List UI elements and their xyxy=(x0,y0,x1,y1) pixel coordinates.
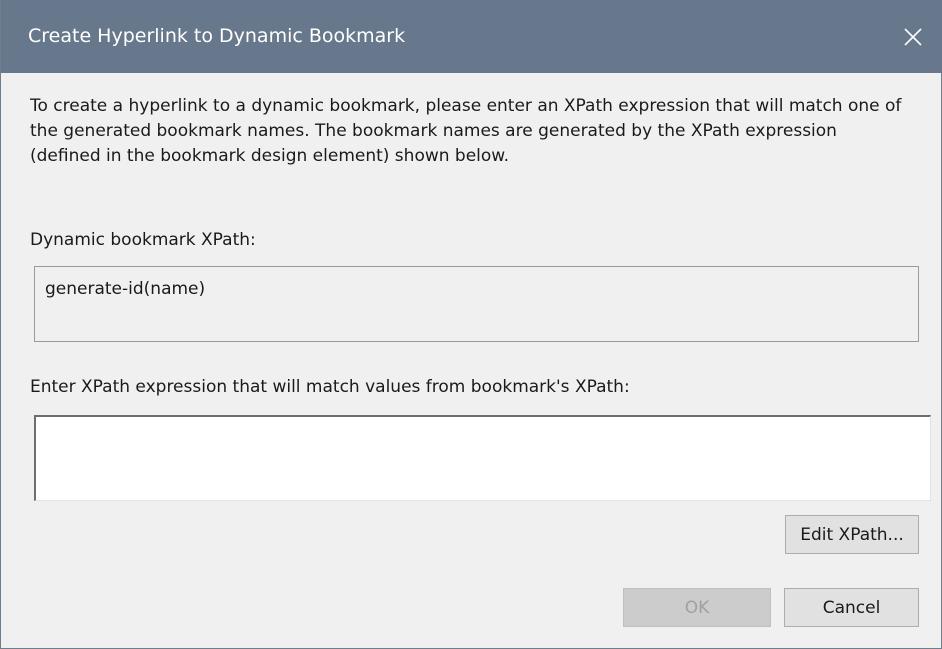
close-button[interactable] xyxy=(883,0,942,73)
dynamic-xpath-field: generate-id(name) xyxy=(34,266,919,342)
xpath-expression-input[interactable] xyxy=(34,415,931,501)
close-icon xyxy=(903,27,923,47)
cancel-button[interactable]: Cancel xyxy=(784,588,919,627)
edit-xpath-button[interactable]: Edit XPath... xyxy=(785,515,919,554)
dynamic-xpath-label: Dynamic bookmark XPath: xyxy=(30,230,256,250)
intro-text: To create a hyperlink to a dynamic bookm… xyxy=(30,96,902,166)
dialog-title: Create Hyperlink to Dynamic Bookmark xyxy=(28,25,406,47)
title-bar[interactable]: Create Hyperlink to Dynamic Bookmark xyxy=(1,0,942,73)
dialog-window: Create Hyperlink to Dynamic Bookmark To … xyxy=(0,0,942,649)
match-xpath-label: Enter XPath expression that will match v… xyxy=(30,377,630,397)
ok-button[interactable]: OK xyxy=(623,588,771,627)
dynamic-xpath-value: generate-id(name) xyxy=(45,279,206,299)
